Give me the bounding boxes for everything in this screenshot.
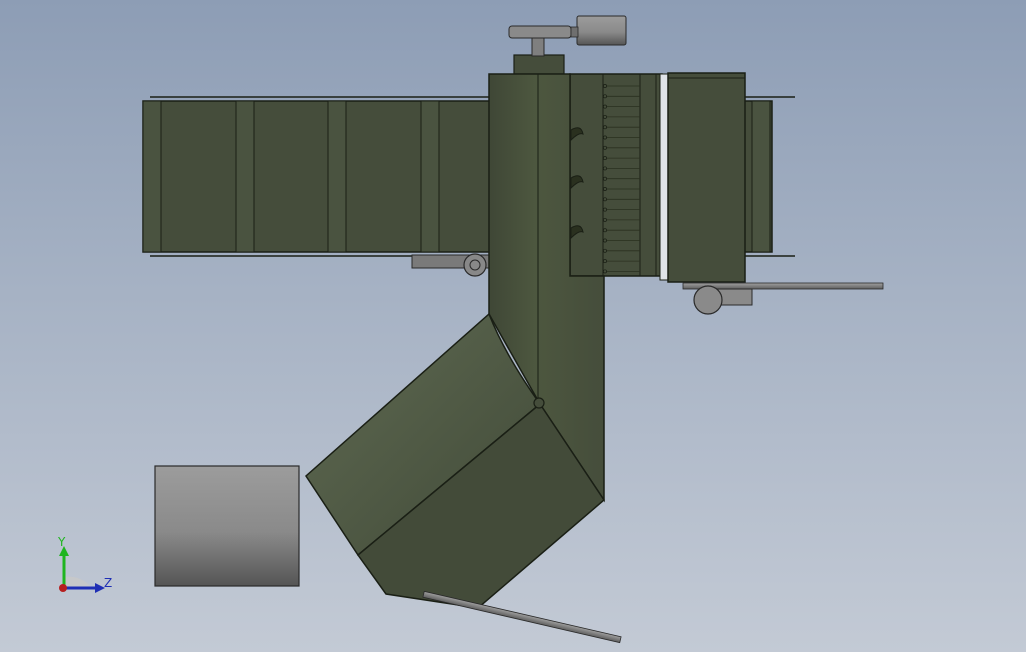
conveyor-end-cap [142,100,162,253]
conveyor-cleat [235,100,255,253]
motor-housing [576,15,627,46]
right-drive-assembly[interactable] [682,282,884,315]
drive-pulley [693,285,723,315]
bottom-support-rod[interactable] [422,590,622,644]
graphics-viewport[interactable]: Y Z [0,0,1026,652]
drive-pulley [463,253,487,277]
support-rod [422,590,622,644]
collection-bin[interactable] [154,465,300,587]
motor-coupling [570,26,579,38]
right-conveyor[interactable] [740,96,795,257]
motor-crossbar [508,25,572,39]
hinge-pin [533,397,545,409]
gap-plate [659,73,669,281]
conveyor-cleat [327,100,347,253]
sieve-section[interactable] [569,72,746,283]
conveyor-cleat [751,100,771,253]
motor-shaft [531,35,545,57]
side-housing [667,72,746,283]
drive-motor[interactable] [508,15,627,75]
left-conveyor[interactable] [142,96,491,277]
cad-model-view[interactable] [0,0,1026,652]
motor-base [513,54,565,75]
sieve-frame [569,73,663,277]
conveyor-cleat [420,100,440,253]
